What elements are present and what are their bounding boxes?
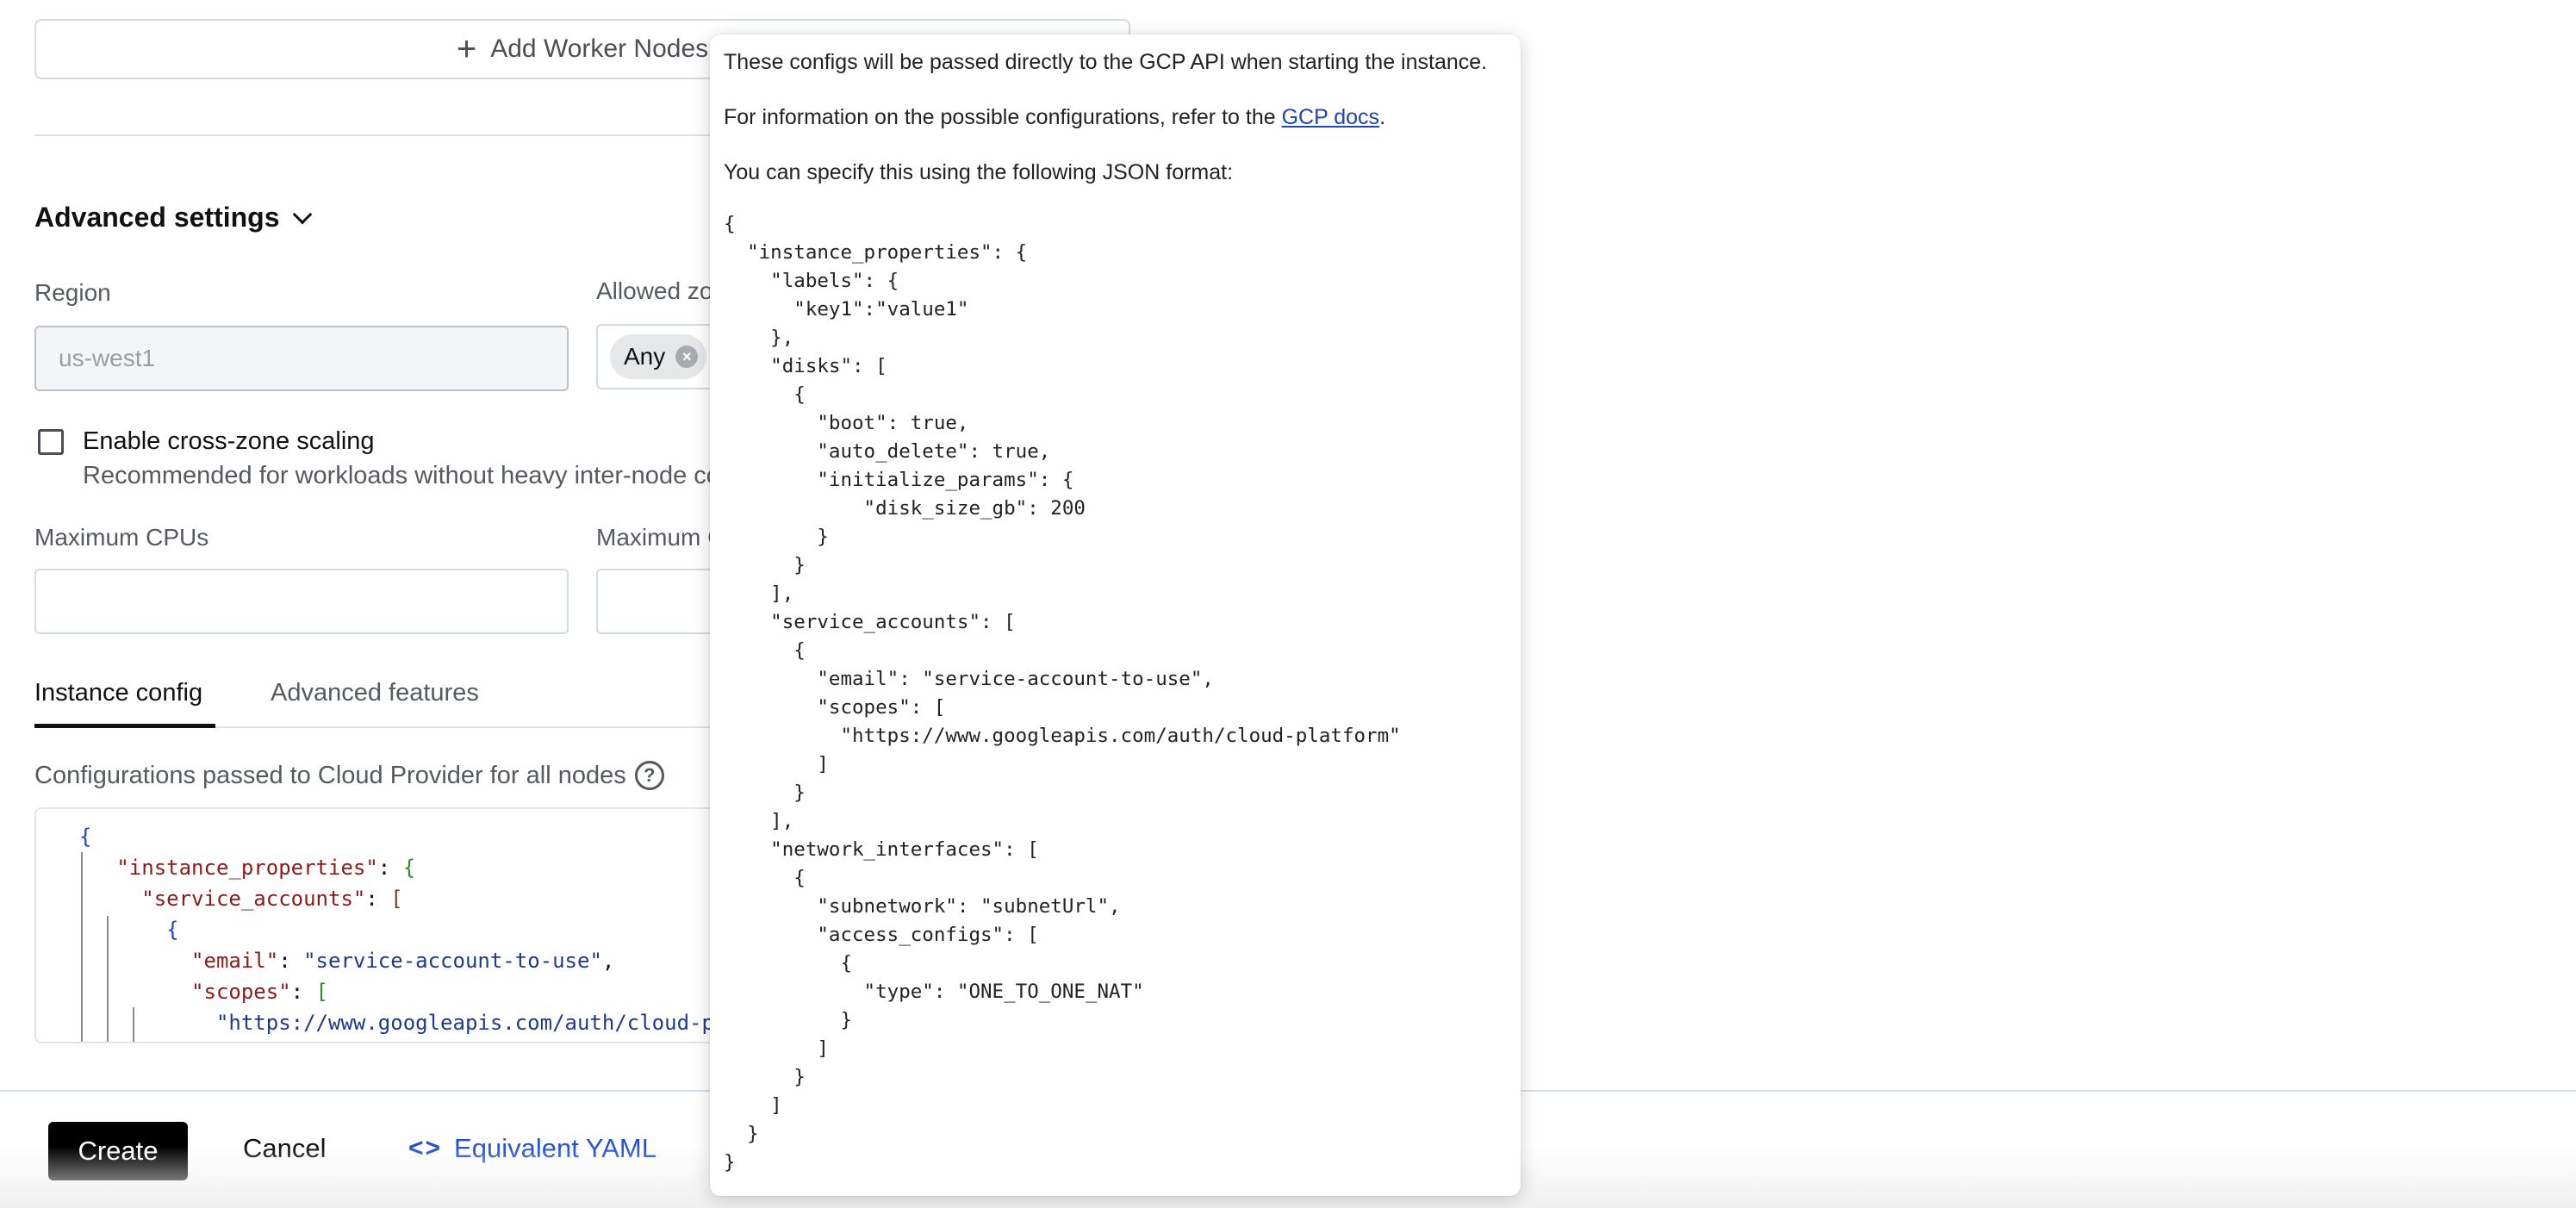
- code-brackets-icon: <>: [408, 1134, 443, 1162]
- advanced-settings-title: Advanced settings: [34, 202, 280, 233]
- editor-token: [: [315, 980, 328, 1004]
- instance-config-label: Configurations passed to Cloud Provider …: [34, 761, 664, 790]
- editor-line: "service_accounts": [: [79, 883, 814, 914]
- editor-line: "email": "service-account-to-use",: [79, 945, 814, 976]
- editor-token: {: [79, 825, 92, 849]
- editor-token: "service_accounts": [141, 887, 366, 911]
- cross-zone-scaling-label: Enable cross-zone scaling: [83, 427, 375, 455]
- gcp-docs-link[interactable]: GCP docs: [1282, 105, 1379, 129]
- close-circle-icon[interactable]: ×: [675, 346, 699, 368]
- max-cpus-input[interactable]: [34, 569, 569, 634]
- editor-line: {: [79, 914, 814, 945]
- tab-advanced-features[interactable]: Advanced features: [271, 679, 479, 707]
- editor-token: :: [290, 980, 316, 1004]
- advanced-settings-toggle[interactable]: Advanced settings: [34, 202, 312, 234]
- popover-intro: These configs will be passed directly to…: [724, 50, 1488, 74]
- chevron-down-icon: [292, 204, 312, 224]
- zone-chip: Any ×: [610, 334, 707, 379]
- region-input[interactable]: us-west1: [34, 326, 569, 391]
- max-cpus-label: Maximum CPUs: [34, 524, 209, 551]
- active-tab-indicator: [34, 724, 215, 728]
- equivalent-yaml-button[interactable]: <> Equivalent YAML: [408, 1133, 656, 1164]
- editor-token: {: [166, 918, 179, 942]
- popover-docs-line: For information on the possible configur…: [724, 103, 1507, 131]
- add-worker-nodes-label: Add Worker Nodes: [490, 34, 709, 63]
- instance-config-label-text: Configurations passed to Cloud Provider …: [34, 761, 626, 789]
- popover-json-example: { "instance_properties": { "labels": { "…: [724, 213, 1401, 1174]
- editor-content: { "instance_properties": { "service_acco…: [79, 821, 814, 1038]
- editor-token: :: [278, 949, 304, 973]
- editor-token: "email": [191, 949, 279, 973]
- zone-chip-label: Any: [624, 343, 666, 370]
- editor-token: "scopes": [191, 980, 291, 1004]
- plus-icon: +: [456, 30, 477, 68]
- editor-token: :: [377, 856, 403, 880]
- tab-instance-config[interactable]: Instance config: [34, 679, 202, 707]
- instance-config-help-popover: These configs will be passed directly to…: [710, 34, 1521, 1196]
- popover-docs-prefix: For information on the possible configur…: [724, 105, 1282, 129]
- editor-line: "https://www.googleapis.com/auth/cloud-p…: [79, 1007, 814, 1038]
- region-value: us-west1: [59, 345, 156, 371]
- editor-token: "instance_properties": [116, 856, 378, 880]
- popover-docs-suffix: .: [1379, 105, 1386, 129]
- create-button[interactable]: Create: [48, 1122, 188, 1180]
- editor-line: {: [79, 821, 814, 852]
- editor-token: "service-account-to-use": [303, 949, 602, 973]
- cross-zone-scaling-checkbox[interactable]: [38, 429, 64, 455]
- cancel-button[interactable]: Cancel: [243, 1133, 327, 1164]
- editor-line: "scopes": [: [79, 976, 814, 1007]
- question-circle-icon[interactable]: ?: [634, 761, 664, 790]
- region-label: Region: [34, 279, 111, 306]
- popover-format-line: You can specify this using the following…: [724, 160, 1234, 184]
- editor-token: :: [365, 887, 391, 911]
- editor-line: "instance_properties": {: [79, 852, 814, 883]
- editor-token: ,: [601, 949, 615, 973]
- editor-token: {: [402, 856, 416, 880]
- equivalent-yaml-label: Equivalent YAML: [454, 1133, 656, 1163]
- editor-token: [: [390, 887, 403, 911]
